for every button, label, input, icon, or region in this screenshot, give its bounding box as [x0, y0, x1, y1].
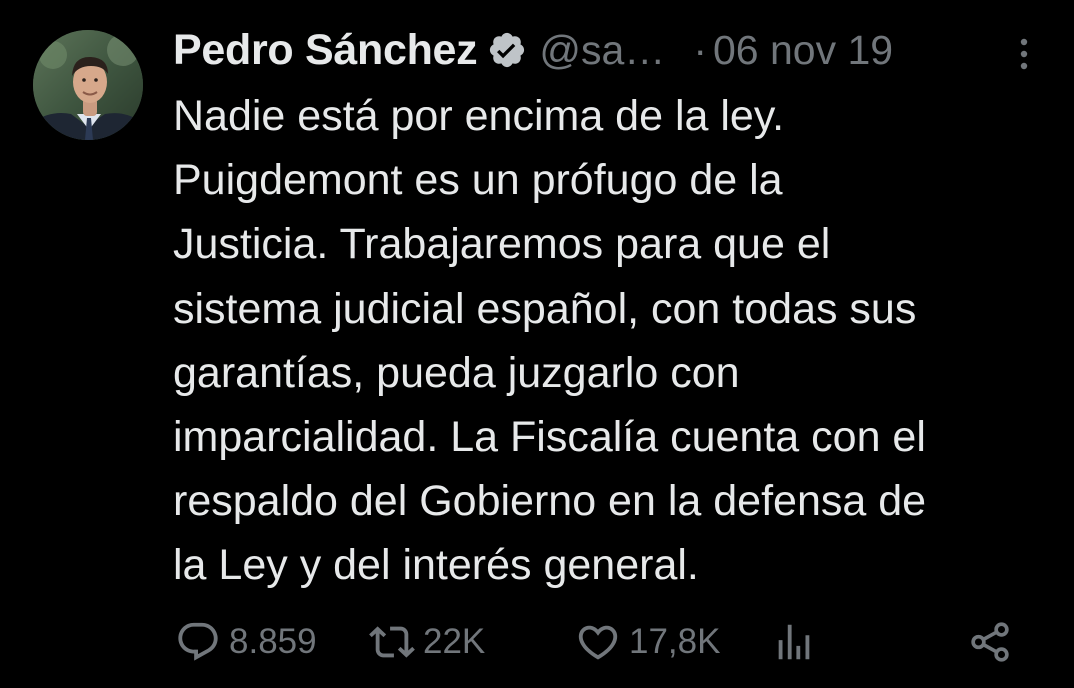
- tweet-text-line: Nadie está por encima de la ley.: [173, 92, 785, 140]
- retweet-count: 22K: [423, 622, 486, 661]
- views-bar-chart-icon: [778, 624, 810, 660]
- retweet-button[interactable]: 22K: [369, 612, 485, 672]
- views-button[interactable]: [771, 612, 817, 672]
- author-avatar[interactable]: [33, 30, 143, 140]
- tweet-actions-bar: 8.859 22K 17,8K: [173, 612, 1023, 672]
- verified-badge-icon[interactable]: [487, 30, 527, 70]
- tweet-text-line: imparcialidad. La Fiscalía cuenta con el: [173, 413, 926, 462]
- tweet-text-line: Puigdemont es un prófugo de la: [173, 156, 783, 205]
- tweet-date[interactable]: 06 nov 19: [713, 27, 893, 74]
- heart-icon: [578, 625, 618, 660]
- tweet-text-line: la Ley y del interés general.: [173, 541, 699, 590]
- share-icon: [971, 622, 1009, 662]
- tweet-text: Nadie está por encima de la ley. Puigdem…: [173, 84, 1053, 598]
- tweet-text-line: sistema judicial español, con todas sus: [173, 284, 917, 333]
- tweet-text-line: garantías, pueda juzgarlo con: [173, 348, 740, 397]
- like-button[interactable]: 17,8K: [575, 612, 720, 672]
- like-count: 17,8K: [629, 622, 721, 661]
- reply-count: 8.859: [229, 622, 317, 661]
- tweet-text-line: respaldo del Gobierno en la defensa de: [173, 477, 927, 526]
- header-separator: ·: [693, 26, 707, 73]
- tweet-text-line: Justicia. Trabajaremos para que el: [173, 220, 831, 269]
- reply-button[interactable]: 8.859: [175, 612, 317, 672]
- reply-icon: [178, 622, 218, 661]
- tweet-header: Pedro Sánchez @sa… · 06 nov 19: [173, 22, 1053, 78]
- retweet-icon: [369, 626, 415, 658]
- share-button[interactable]: [967, 612, 1013, 672]
- more-vertical-icon[interactable]: [1014, 36, 1034, 72]
- avatar-photo-icon: [33, 30, 143, 140]
- tweet-card: Pedro Sánchez @sa… · 06 nov 19 Nadie est…: [0, 0, 1074, 688]
- author-display-name[interactable]: Pedro Sánchez: [173, 26, 478, 75]
- author-handle[interactable]: @sa…: [539, 27, 665, 74]
